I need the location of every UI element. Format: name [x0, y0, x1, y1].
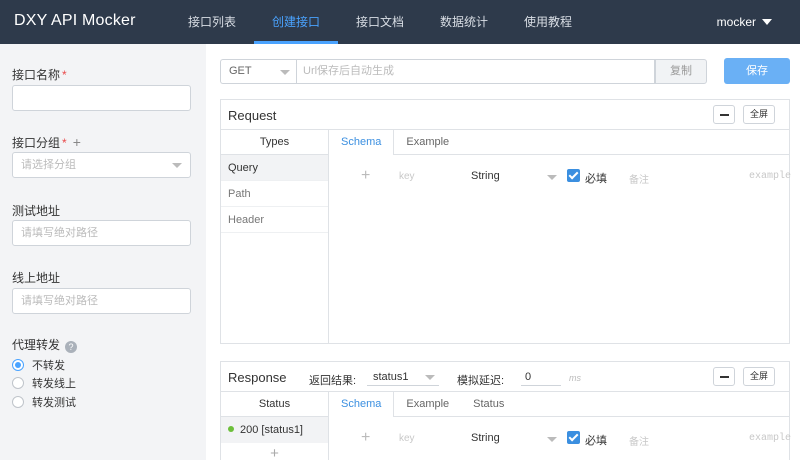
add-field-icon[interactable]: +	[361, 429, 370, 447]
help-icon[interactable]: ?	[65, 341, 78, 353]
types-header: Types	[221, 130, 328, 155]
tab-response-status[interactable]: Status	[461, 392, 516, 417]
param-key-input[interactable]: key	[399, 171, 415, 182]
request-panel-header: Request 全屏	[221, 100, 789, 130]
response-panel-header: Response 返回结果: status1 模拟延迟: 0 ms 全屏	[221, 362, 789, 392]
collapse-request-button[interactable]	[713, 105, 735, 124]
result-label: 返回结果:	[309, 375, 357, 387]
test-url-input[interactable]: 请填写绝对路径	[12, 220, 191, 246]
response-title: Response	[228, 370, 287, 385]
delay-input[interactable]: 0	[521, 369, 561, 386]
api-group-label: 接口分组 * +	[12, 134, 81, 151]
required-checkbox[interactable]	[567, 169, 580, 182]
main-nav: 接口列表 创建接口 接口文档 数据统计 使用教程	[170, 0, 590, 44]
api-group-select[interactable]: 请选择分组	[12, 152, 191, 178]
field-key-input[interactable]: key	[399, 433, 415, 444]
nav-item-api-docs[interactable]: 接口文档	[338, 0, 422, 44]
result-select[interactable]: status1	[367, 369, 439, 386]
chevron-down-icon	[280, 70, 290, 75]
proxy-option-label: 转发线上	[32, 378, 76, 390]
nav-item-tutorial[interactable]: 使用教程	[506, 0, 590, 44]
app-brand[interactable]: DXY API Mocker	[14, 12, 136, 30]
status-item[interactable]: 200 [status1]	[221, 417, 328, 443]
proxy-label-text: 代理转发	[12, 338, 61, 352]
caret-down-icon[interactable]	[762, 19, 772, 25]
proxy-label: 代理转发?	[12, 336, 78, 353]
tab-response-schema[interactable]: Schema	[329, 392, 395, 417]
api-group-label-text: 接口分组	[12, 136, 61, 150]
response-status-column: Status 200 [status1] +	[221, 392, 329, 460]
method-value: GET	[229, 65, 252, 77]
response-tabs: Schema Example Status	[329, 392, 789, 417]
add-group-icon[interactable]: +	[73, 134, 81, 150]
result-value: status1	[373, 371, 409, 383]
user-menu[interactable]: mocker	[717, 0, 756, 44]
required-mark: *	[62, 136, 67, 150]
copy-button[interactable]: 复制	[655, 59, 707, 84]
radio-selected-icon[interactable]	[12, 359, 24, 371]
request-title: Request	[228, 108, 277, 123]
required-mark: *	[62, 68, 67, 82]
top-nav-bar: DXY API Mocker 接口列表 创建接口 接口文档 数据统计 使用教程 …	[0, 0, 800, 44]
add-param-icon[interactable]: +	[361, 167, 370, 185]
api-name-label: 接口名称 *	[12, 66, 67, 83]
type-item-header[interactable]: Header	[221, 207, 328, 233]
request-panel: Request 全屏 Types Query Path Header Schem…	[220, 99, 791, 344]
test-url-label: 测试地址	[12, 204, 61, 218]
chevron-down-icon	[425, 375, 435, 380]
method-select[interactable]: GET	[220, 59, 296, 84]
main-editor: GET Url保存后自动生成 复制 保存 Request 全屏 Types Qu…	[206, 44, 800, 460]
param-remark-input[interactable]: 备注	[629, 171, 649, 186]
required-label: 必填	[585, 435, 607, 447]
delay-unit: ms	[569, 373, 581, 383]
chevron-down-icon[interactable]	[547, 175, 557, 180]
online-url-label: 线上地址	[12, 271, 61, 285]
status-item-label: 200 [status1]	[240, 424, 303, 436]
url-input[interactable]: Url保存后自动生成	[296, 59, 655, 84]
status-dot-icon	[228, 426, 234, 432]
status-header: Status	[221, 392, 328, 417]
param-type-select[interactable]: String	[471, 170, 500, 182]
online-url-input[interactable]: 请填写绝对路径	[12, 288, 191, 314]
fullscreen-request-button[interactable]: 全屏	[743, 105, 775, 124]
request-types-column: Types Query Path Header	[221, 130, 329, 343]
delay-label: 模拟延迟:	[457, 375, 505, 387]
collapse-response-button[interactable]	[713, 367, 735, 386]
nav-item-statistics[interactable]: 数据统计	[422, 0, 506, 44]
tab-request-example[interactable]: Example	[394, 130, 461, 155]
proxy-option-label: 转发测试	[32, 397, 76, 409]
chevron-down-icon[interactable]	[547, 437, 557, 442]
required-checkbox[interactable]	[567, 431, 580, 444]
type-item-query[interactable]: Query	[221, 155, 328, 181]
proxy-option-label: 不转发	[32, 360, 65, 372]
chevron-down-icon	[172, 163, 182, 168]
api-name-label-text: 接口名称	[12, 68, 61, 82]
required-label: 必填	[585, 173, 607, 185]
request-param-row: + key String 必填 备注 example	[329, 161, 791, 191]
nav-item-create-api[interactable]: 创建接口	[254, 0, 338, 44]
radio-icon[interactable]	[12, 377, 24, 389]
type-item-path[interactable]: Path	[221, 181, 328, 207]
save-button[interactable]: 保存	[724, 58, 790, 84]
proxy-option-online[interactable]: 转发线上	[12, 375, 76, 391]
proxy-option-none[interactable]: 不转发	[12, 357, 65, 373]
api-form-sidebar: 接口名称 * 接口分组 * + 请选择分组 测试地址 请填写绝对路径 线上地址 请填写…	[0, 44, 206, 460]
param-example-input[interactable]: example	[749, 171, 791, 182]
fullscreen-response-button[interactable]: 全屏	[743, 367, 775, 386]
add-status-icon[interactable]: +	[221, 443, 328, 460]
radio-icon[interactable]	[12, 396, 24, 408]
field-type-select[interactable]: String	[471, 432, 500, 444]
api-group-placeholder: 请选择分组	[21, 159, 76, 171]
api-name-input[interactable]	[12, 85, 191, 111]
field-example-input[interactable]: example	[749, 433, 791, 444]
proxy-option-test[interactable]: 转发测试	[12, 394, 76, 410]
field-remark-input[interactable]: 备注	[629, 433, 649, 448]
response-param-row: + key String 必填 备注 example	[329, 423, 791, 453]
response-panel: Response 返回结果: status1 模拟延迟: 0 ms 全屏 Sta…	[220, 361, 791, 460]
tab-request-schema[interactable]: Schema	[329, 130, 395, 155]
tab-response-example[interactable]: Example	[394, 392, 461, 417]
request-tabs: Schema Example	[329, 130, 789, 155]
nav-item-api-list[interactable]: 接口列表	[170, 0, 254, 44]
